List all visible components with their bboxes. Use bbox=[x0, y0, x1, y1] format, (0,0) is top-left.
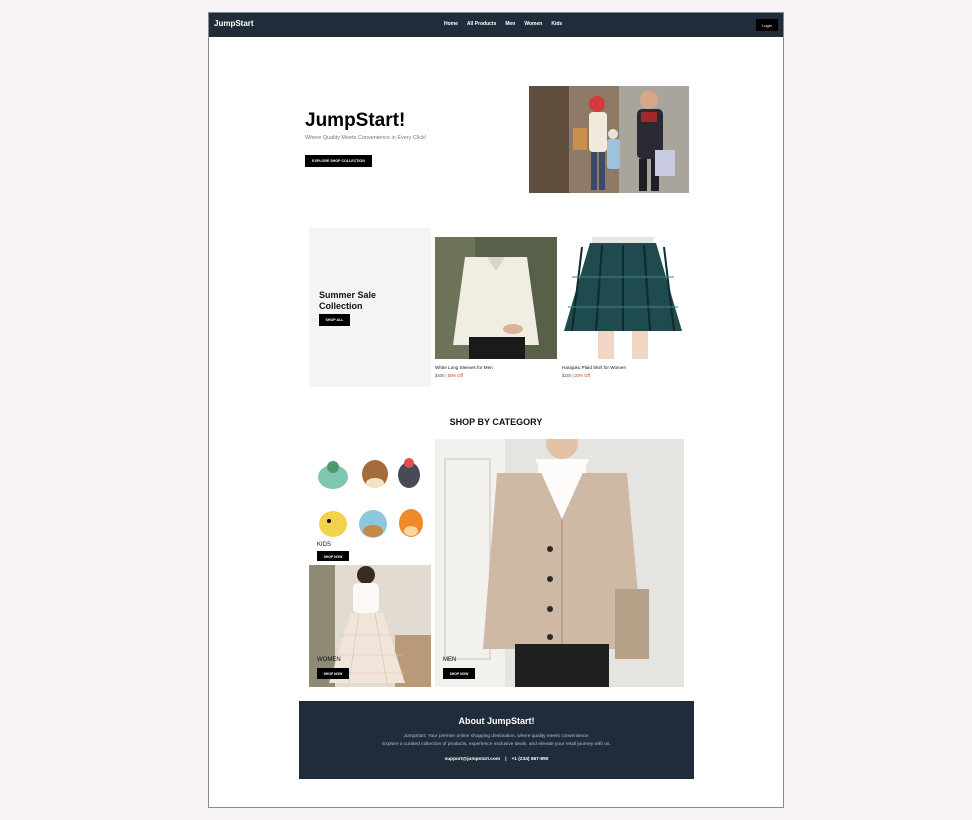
product-card[interactable]: Harajuku Plaid Skirt for Women $250 | 20… bbox=[562, 237, 684, 378]
product-name[interactable]: Harajuku Plaid Skirt for Women bbox=[562, 365, 684, 370]
product-price: $400 | 50% Off bbox=[435, 373, 557, 378]
shop-now-men-button[interactable]: SHOP NOW bbox=[443, 668, 475, 679]
product-card[interactable]: White Long Sleeves for Men $400 | 50% Of… bbox=[435, 237, 557, 378]
category-card-women[interactable]: WOMEN SHOP NOW bbox=[309, 565, 431, 687]
nav-link-women[interactable]: Women bbox=[524, 21, 542, 27]
shop-by-category-title: SHOP BY CATEGORY bbox=[449, 417, 543, 427]
support-phone-link[interactable]: +1 (234) 567-890 bbox=[512, 757, 549, 762]
product-name[interactable]: White Long Sleeves for Men bbox=[435, 365, 557, 370]
shop-all-button[interactable]: SHOP ALL bbox=[319, 314, 350, 326]
nav-links: Home All Products Men Women Kids bbox=[444, 21, 562, 27]
shop-now-women-button[interactable]: SHOP NOW bbox=[317, 668, 349, 679]
discount-value: 20% Off bbox=[574, 373, 590, 378]
category-label-women: WOMEN bbox=[317, 657, 341, 663]
price-value: $250 bbox=[562, 373, 572, 378]
hero-subtitle: Where Quality Meets Convenience in Every… bbox=[305, 135, 427, 141]
product-price: $250 | 20% Off bbox=[562, 373, 684, 378]
nav-link-home[interactable]: Home bbox=[444, 21, 458, 27]
about-description-line1: JumpStart: Your premier online shopping … bbox=[403, 734, 590, 739]
product-image-white-shirt[interactable] bbox=[435, 237, 557, 359]
price-value: $400 bbox=[435, 373, 445, 378]
nav-link-all-products[interactable]: All Products bbox=[467, 21, 496, 27]
contact-info: support@jumpstart.com | +1 (234) 567-890 bbox=[299, 757, 694, 762]
category-card-men[interactable]: MEN SHOP NOW bbox=[435, 439, 684, 687]
page: JumpStart Home All Products Men Women Ki… bbox=[208, 12, 784, 808]
summer-sale-title-line1: Summer Sale bbox=[319, 290, 377, 300]
shop-now-kids-button[interactable]: SHOP NOW bbox=[317, 551, 349, 561]
discount-badge: | 20% Off bbox=[572, 373, 590, 378]
men-cardigan-image bbox=[435, 439, 684, 687]
summer-sale-panel: Summer Sale Collection SHOP ALL bbox=[309, 228, 431, 387]
contact-separator: | bbox=[505, 757, 507, 762]
login-button[interactable]: Login bbox=[756, 19, 778, 31]
top-navbar: JumpStart Home All Products Men Women Ki… bbox=[209, 13, 783, 37]
about-footer: About JumpStart! JumpStart: Your premier… bbox=[299, 701, 694, 779]
about-title: About JumpStart! bbox=[458, 716, 535, 726]
hero-shoppers-image bbox=[529, 86, 689, 193]
nav-link-kids[interactable]: Kids bbox=[551, 21, 562, 27]
support-email-link[interactable]: support@jumpstart.com bbox=[445, 757, 501, 762]
discount-badge: | 50% Off bbox=[445, 373, 463, 378]
summer-sale-title: Summer Sale Collection bbox=[319, 290, 376, 312]
product-image-plaid-skirt[interactable] bbox=[562, 237, 684, 359]
category-label-kids: KIDS bbox=[317, 542, 332, 548]
about-description-line2: Explore a curated collection of products… bbox=[382, 742, 611, 747]
discount-value: 50% Off bbox=[447, 373, 463, 378]
explore-collection-button[interactable]: EXPLORE SHOP COLLECTION bbox=[305, 155, 372, 167]
category-card-kids[interactable]: KIDS SHOP NOW bbox=[309, 439, 431, 561]
category-label-men: MEN bbox=[443, 657, 457, 663]
nav-link-men[interactable]: Men bbox=[505, 21, 515, 27]
summer-sale-title-line2: Collection bbox=[319, 300, 363, 311]
brand-logo[interactable]: JumpStart bbox=[214, 19, 254, 28]
hero-title: JumpStart! bbox=[305, 110, 406, 131]
